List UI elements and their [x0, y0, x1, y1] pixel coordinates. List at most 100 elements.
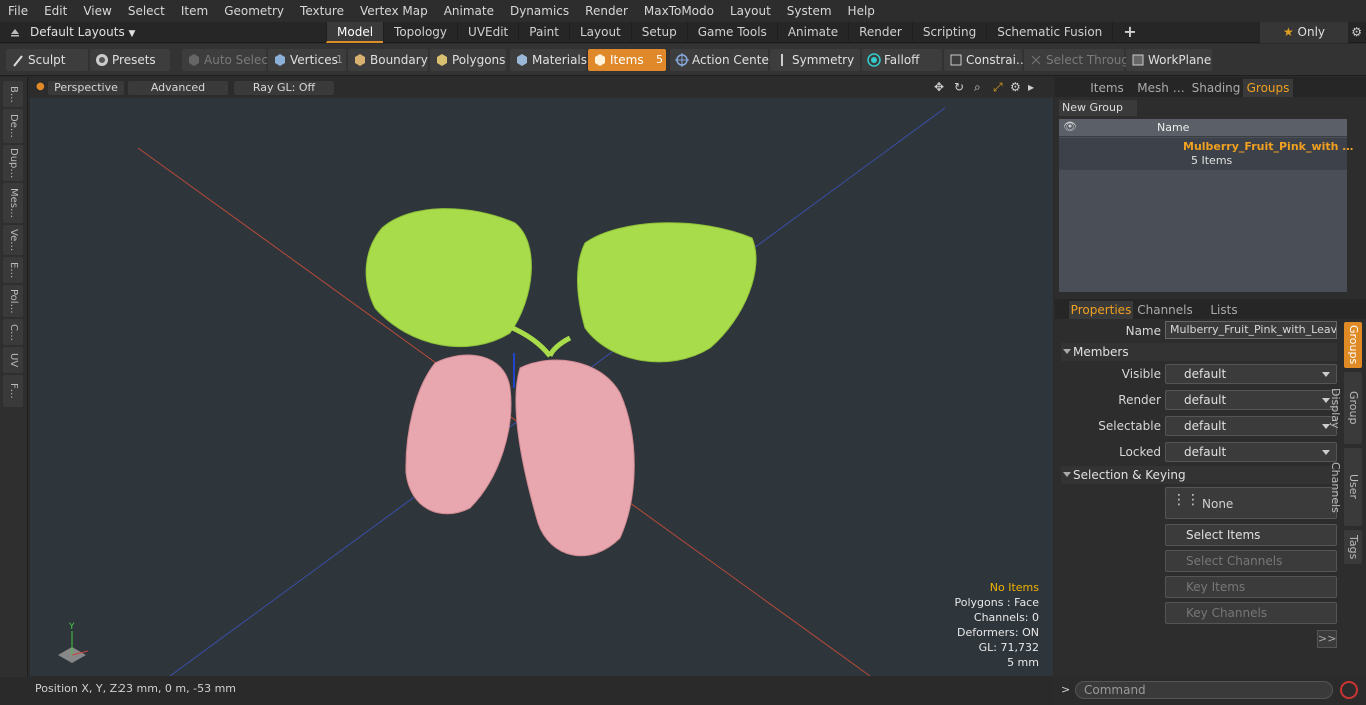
render-dropdown[interactable]: default	[1165, 390, 1337, 410]
workplane-button[interactable]: WorkPlane	[1126, 49, 1212, 71]
menu-geometry[interactable]: Geometry	[216, 0, 292, 22]
tab-paint[interactable]: Paint	[518, 22, 569, 43]
selectable-dropdown[interactable]: default	[1165, 416, 1337, 436]
menu-maxtomodo[interactable]: MaxToModo	[636, 0, 722, 22]
viewport-canvas[interactable]: Y	[30, 78, 1053, 676]
constraints-button[interactable]: Constrai…	[944, 49, 1028, 71]
action-center-button[interactable]: Action Center	[670, 49, 774, 71]
menu-layout[interactable]: Layout	[722, 0, 779, 22]
falloff-button[interactable]: Falloff	[862, 49, 942, 71]
menu-animate[interactable]: Animate	[436, 0, 502, 22]
only-toggle[interactable]: ★ Only	[1260, 22, 1348, 43]
menu-texture[interactable]: Texture	[292, 0, 352, 22]
polygons-button[interactable]: Polygons	[430, 49, 506, 71]
command-input[interactable]: Command	[1075, 681, 1333, 699]
viewport-more-icon[interactable]: ▸	[1028, 80, 1034, 94]
menu-view[interactable]: View	[75, 0, 119, 22]
tab-channels[interactable]: Channels	[1135, 301, 1195, 319]
tab-shading[interactable]: Shading	[1189, 79, 1243, 97]
tab-scripting[interactable]: Scripting	[911, 22, 986, 43]
rotate-view-icon[interactable]: ↻	[954, 80, 964, 94]
advanced-button[interactable]: Advanced	[128, 81, 228, 95]
tab-properties[interactable]: Properties	[1069, 301, 1133, 319]
default-layouts-dropdown[interactable]: Default Layouts ▼	[30, 22, 135, 43]
menu-render[interactable]: Render	[577, 0, 636, 22]
layout-collapse-icon[interactable]	[8, 25, 22, 39]
menu-help[interactable]: Help	[840, 0, 883, 22]
layout-tabs: Model Topology UVEdit Paint Layout Setup…	[326, 22, 1147, 43]
menu-edit[interactable]: Edit	[36, 0, 75, 22]
side-tab-user-channels[interactable]: User Channels	[1329, 448, 1362, 526]
left-tab-mesh[interactable]: Mes…	[3, 183, 23, 223]
left-tab-vertex[interactable]: Ve…	[3, 225, 23, 255]
maximize-view-icon[interactable]: ⤢	[993, 80, 1003, 95]
left-tab-curve[interactable]: C…	[3, 319, 23, 345]
menu-system[interactable]: System	[779, 0, 840, 22]
auto-select-icon	[189, 54, 199, 66]
materials-button[interactable]: Materials	[510, 49, 587, 71]
none-picker[interactable]: ⋮⋮ None	[1165, 487, 1337, 519]
gear-icon[interactable]: ⚙	[1351, 25, 1362, 39]
selection-keying-section[interactable]: Selection & Keying	[1061, 466, 1337, 484]
eye-icon[interactable]: 👁	[1063, 120, 1077, 133]
new-group-button[interactable]: New Group	[1059, 100, 1137, 116]
side-tab-group-display[interactable]: Group Display	[1329, 372, 1362, 444]
locked-dropdown[interactable]: default	[1165, 442, 1337, 462]
tab-lists[interactable]: Lists	[1199, 301, 1249, 319]
3d-viewport[interactable]: Y ● Perspective Advanced Ray GL: Off ✥ ↻…	[30, 78, 1053, 676]
tab-uvedit[interactable]: UVEdit	[457, 22, 518, 43]
tab-topology[interactable]: Topology	[383, 22, 457, 43]
tab-schematic-fusion[interactable]: Schematic Fusion	[986, 22, 1112, 43]
menu-select[interactable]: Select	[120, 0, 173, 22]
menu-vertex-map[interactable]: Vertex Map	[352, 0, 436, 22]
left-tab-deform[interactable]: De…	[3, 109, 23, 143]
left-tab-fusion[interactable]: F…	[3, 375, 23, 407]
left-tab-uv[interactable]: UV	[3, 347, 23, 373]
side-tab-groups[interactable]: Groups	[1344, 322, 1362, 368]
perspective-button[interactable]: Perspective	[48, 81, 124, 95]
menu-item[interactable]: Item	[173, 0, 216, 22]
more-button[interactable]: >>	[1317, 630, 1337, 648]
left-tab-polygon[interactable]: Pol…	[3, 285, 23, 317]
left-tab-edge[interactable]: E…	[3, 257, 23, 283]
items-button[interactable]: Items 5	[588, 49, 666, 71]
visible-dropdown[interactable]: default	[1165, 364, 1337, 384]
select-through-button[interactable]: Select Through	[1024, 49, 1137, 71]
tab-layout[interactable]: Layout	[568, 22, 631, 43]
select-items-button[interactable]: Select Items	[1165, 524, 1337, 546]
name-field[interactable]: Mulberry_Fruit_Pink_with_Leaves	[1165, 321, 1337, 339]
members-section[interactable]: Members	[1061, 343, 1337, 361]
tab-setup[interactable]: Setup	[630, 22, 687, 43]
picker-icon: ⋮⋮	[1172, 492, 1200, 508]
sculpt-button[interactable]: Sculpt	[6, 49, 88, 71]
move-view-icon[interactable]: ✥	[934, 80, 944, 94]
raygl-button[interactable]: Ray GL: Off	[234, 81, 334, 95]
menu-dynamics[interactable]: Dynamics	[502, 0, 577, 22]
record-icon[interactable]	[1340, 681, 1358, 699]
select-channels-button[interactable]: Select Channels	[1165, 550, 1337, 572]
key-channels-button[interactable]: Key Channels	[1165, 602, 1337, 624]
left-tab-basic[interactable]: B…	[3, 81, 23, 107]
select-through-label: Select Through	[1046, 53, 1137, 67]
menu-file[interactable]: File	[0, 0, 36, 22]
symmetry-button[interactable]: Symmetry	[770, 49, 860, 71]
key-items-button[interactable]: Key Items	[1165, 576, 1337, 598]
presets-button[interactable]: Presets	[90, 49, 170, 71]
tab-groups[interactable]: Groups	[1243, 79, 1293, 97]
tab-render[interactable]: Render	[848, 22, 912, 43]
group-row[interactable]: Mulberry_Fruit_Pink_with … 5 Items	[1059, 138, 1353, 170]
viewport-gear-icon[interactable]: ⚙	[1010, 80, 1021, 94]
tab-animate[interactable]: Animate	[776, 22, 848, 43]
auto-select-button[interactable]: Auto Select	[182, 49, 273, 71]
tab-mesh[interactable]: Mesh …	[1133, 79, 1189, 97]
side-tab-tags[interactable]: Tags	[1344, 530, 1362, 564]
boundary-button[interactable]: Boundary	[348, 49, 428, 71]
vertices-button[interactable]: Vertices 1	[268, 49, 346, 71]
tab-game-tools[interactable]: Game Tools	[686, 22, 777, 43]
tab-items[interactable]: Items	[1081, 79, 1133, 97]
tab-model[interactable]: Model	[326, 22, 384, 43]
left-tab-duplicate[interactable]: Dup…	[3, 145, 23, 181]
add-tab-icon[interactable]: +	[1112, 22, 1146, 43]
group-list: 👁 Name Mulberry_Fruit_Pink_with … 5 Item…	[1059, 119, 1353, 292]
zoom-view-icon[interactable]: ⌕	[974, 80, 981, 95]
